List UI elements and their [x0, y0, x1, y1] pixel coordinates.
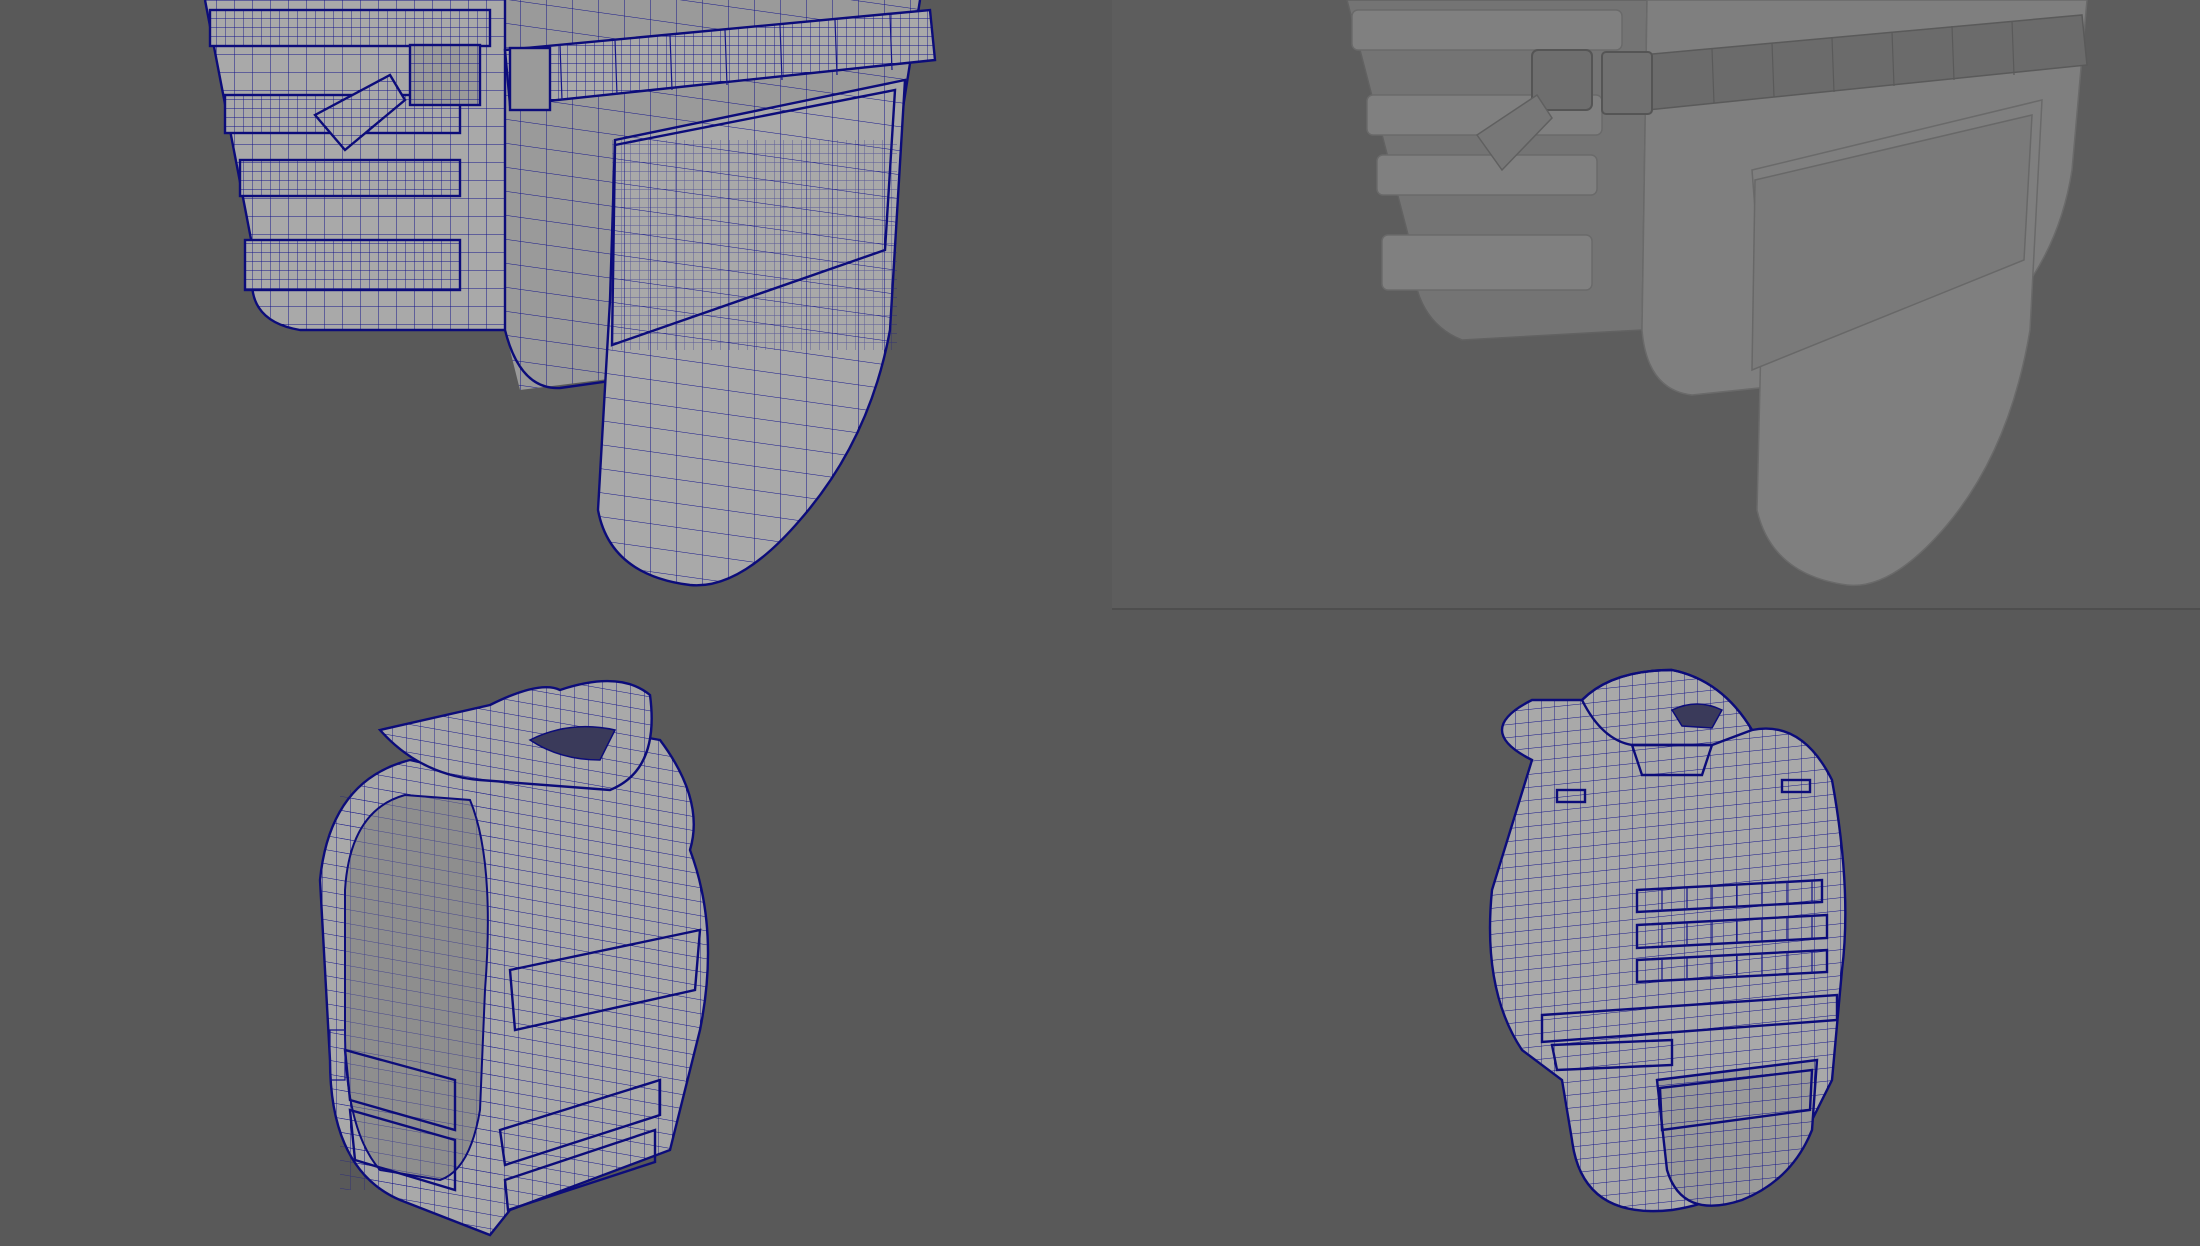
viewport-top-right[interactable]: [1112, 0, 2200, 610]
vest-wireframe-back-icon: [318, 680, 710, 1237]
vest-shaded-closeup-icon: [1112, 0, 2200, 610]
viewport-top-left[interactable]: [0, 0, 1112, 610]
viewport-grid: [0, 0, 2200, 1246]
vest-wireframe-closeup-icon: [203, 0, 937, 587]
viewport-bottom-right[interactable]: [1112, 610, 2200, 1246]
vest-wireframe-front-icon: [1488, 668, 1847, 1213]
viewport-bottom-left[interactable]: [0, 610, 1112, 1246]
